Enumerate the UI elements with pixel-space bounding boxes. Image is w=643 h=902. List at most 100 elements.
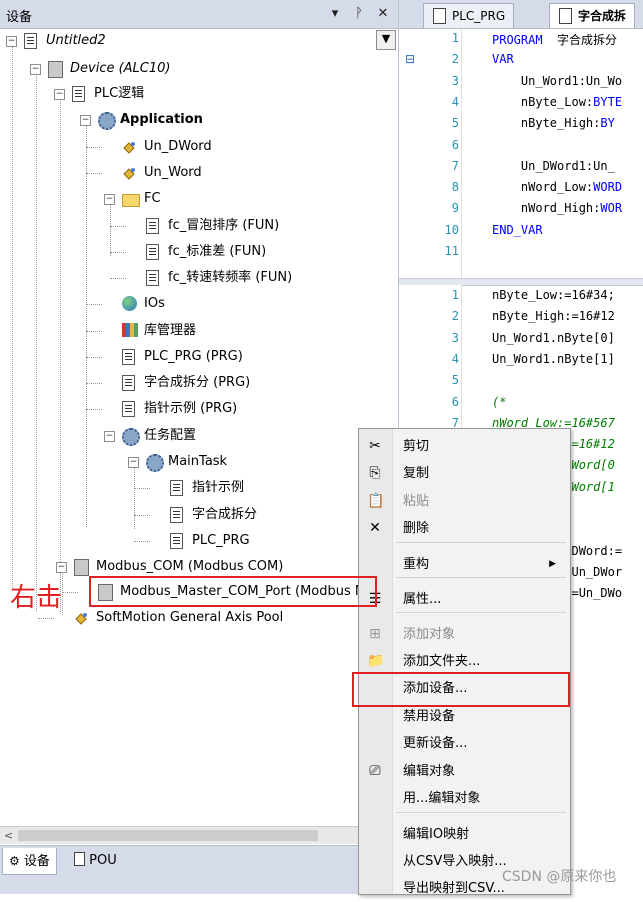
document-icon xyxy=(146,270,159,286)
menu-item-6[interactable]: ⊞ 添加对象 xyxy=(359,621,570,648)
menu-item-7[interactable]: 📁 添加文件夹... xyxy=(359,648,570,675)
tree-node-un-word[interactable]: Un_Word xyxy=(0,161,396,185)
tree-node-plc[interactable]: − PLC逻辑 xyxy=(0,82,396,106)
submenu-arrow-icon: ▶ xyxy=(549,559,556,569)
collapse-toggle-icon[interactable]: − xyxy=(30,64,41,75)
tree-node-maintask[interactable]: − MainTask xyxy=(0,450,396,474)
tree-node-ios[interactable]: IOs xyxy=(0,292,396,316)
tab-plc-prg-label: PLC_PRG xyxy=(452,9,506,23)
device-icon xyxy=(74,559,89,576)
tab-devices[interactable]: ⚙ 设备 xyxy=(2,848,57,875)
menu-item-label: 从CSV导入映射... xyxy=(403,854,507,869)
menu-item-3[interactable]: ✕ 删除 xyxy=(359,515,570,542)
code-line[interactable]: nByte_Low:=16#34; xyxy=(492,288,615,302)
variable-icon xyxy=(74,610,88,625)
keyword-token: VAR xyxy=(492,52,514,67)
line-number: 1 xyxy=(451,31,459,45)
document-icon xyxy=(24,33,37,49)
collapse-toggle-icon[interactable]: − xyxy=(6,36,17,47)
tab-devices-label: 设备 xyxy=(23,854,50,869)
menu-item-1[interactable]: ⎘ 复制 xyxy=(359,460,570,487)
line-number: 5 xyxy=(451,116,459,131)
menu-item-2[interactable]: 📋 粘贴 xyxy=(359,488,570,515)
devices-pane-titlebar: 设备 ▾ ᚹ ✕ xyxy=(0,0,398,29)
tab-pou[interactable]: POU xyxy=(68,848,123,874)
gear-icon xyxy=(98,112,116,130)
line-number: 1 xyxy=(451,288,459,302)
tree-node-application[interactable]: − Application xyxy=(0,108,396,132)
line-number: 2 xyxy=(451,309,459,324)
code-line[interactable]: nByte_High:BY xyxy=(492,116,615,130)
tree-node-node[interactable]: − 任务配置 xyxy=(0,424,396,448)
tree-node-un-dword[interactable]: Un_DWord xyxy=(0,135,396,159)
line-number: 9 xyxy=(451,201,459,216)
tree-node-label: 库管理器 xyxy=(144,323,197,338)
menu-item-5[interactable]: ☰ 属性... xyxy=(359,586,570,613)
code-line[interactable]: PROGRAM 字合成拆分 xyxy=(492,31,617,48)
tree-connector xyxy=(86,383,102,384)
code-line[interactable]: Un_Word1.nByte[0] xyxy=(492,331,615,345)
tree-node-fc-fun[interactable]: fc_标准差 (FUN) xyxy=(0,240,396,264)
code-line[interactable]: nWord_Low:WORD xyxy=(492,180,622,194)
code-line[interactable]: Un_DWord1:Un_ xyxy=(492,159,615,173)
scroll-left-icon[interactable]: < xyxy=(4,827,13,844)
code-line[interactable]: END_VAR xyxy=(492,223,543,237)
collapse-toggle-icon[interactable]: − xyxy=(104,431,115,442)
tree-node-plc-prg[interactable]: PLC_PRG xyxy=(0,529,396,553)
pin-icon[interactable]: ᚹ xyxy=(350,5,368,23)
tree-node-plc-prg-prg[interactable]: PLC_PRG (PRG) xyxy=(0,345,396,369)
tree-node-label: PLC逻辑 xyxy=(94,86,145,101)
tree-connector xyxy=(110,252,126,253)
tree-node-label: 字合成拆分 (PRG) xyxy=(144,375,251,390)
code-line[interactable]: nByte_Low:BYTE xyxy=(492,95,622,109)
tree-node-device-alc10[interactable]: − Device (ALC10) xyxy=(0,57,396,81)
menu-item-11[interactable]: ⎚ 编辑对象 xyxy=(359,758,570,785)
menu-item-13[interactable]: 编辑IO映射 xyxy=(359,821,570,848)
tree-node-fc-fun[interactable]: fc_转速转频率 (FUN) xyxy=(0,266,396,290)
code-line[interactable]: nByte_High:=16#12 xyxy=(492,309,615,323)
tree-connector xyxy=(86,357,102,358)
code-line[interactable]: nWord_High:WOR xyxy=(492,201,622,215)
device-icon xyxy=(48,61,63,78)
tree-node-node[interactable]: 库管理器 xyxy=(0,319,396,343)
code-line[interactable]: VAR xyxy=(492,52,514,66)
menu-item-label: 编辑对象 xyxy=(403,764,456,779)
collapse-toggle-icon[interactable]: − xyxy=(128,457,139,468)
horizontal-scrollbar[interactable]: < xyxy=(0,826,396,844)
line-number: 2 xyxy=(451,52,459,67)
tree-node-node[interactable]: 指针示例 xyxy=(0,476,396,500)
code-line[interactable]: Un_Word1:Un_Wo xyxy=(492,74,622,88)
code-token: Un_DWord1:Un_ xyxy=(492,158,615,173)
tree-node-untitled2[interactable]: − Untitled2 xyxy=(0,29,396,53)
tree-connector xyxy=(134,515,150,516)
tree-node-label: 任务配置 xyxy=(144,428,197,443)
tree-node-prg[interactable]: 指针示例 (PRG) xyxy=(0,397,396,421)
tree-node-fc-fun[interactable]: fc_冒泡排序 (FUN) xyxy=(0,214,396,238)
tab-word-split[interactable]: 字合成拆 xyxy=(549,3,636,28)
highlight-box-selected-node xyxy=(89,576,377,607)
pane-menu-icon[interactable]: ▾ xyxy=(326,5,344,23)
menu-item-label: 复制 xyxy=(403,466,430,481)
tab-plc-prg[interactable]: PLC_PRG xyxy=(423,3,515,28)
collapse-toggle-icon[interactable]: − xyxy=(54,89,65,100)
menu-item-label: 更新设备... xyxy=(403,736,468,751)
context-menu: ✂ 剪切 ⎘ 复制 📋 粘贴 ✕ 删除 重构 ▶ ☰ 属性... ⊞ 添加对象 📁 添加文件夹... 添加设备.… xyxy=(358,428,571,896)
close-icon[interactable]: ✕ xyxy=(374,5,392,23)
code-line[interactable]: (* xyxy=(492,395,506,409)
tree-node-label: SoftMotion General Axis Pool xyxy=(96,610,284,625)
tree-node-node[interactable]: 字合成拆分 xyxy=(0,503,396,527)
library-icon xyxy=(122,323,138,337)
tree-node-fc[interactable]: − FC xyxy=(0,187,396,211)
collapse-toggle-icon[interactable]: − xyxy=(80,115,91,126)
menu-item-0[interactable]: ✂ 剪切 xyxy=(359,433,570,460)
collapse-toggle-icon[interactable]: − xyxy=(104,194,115,205)
menu-item-10[interactable]: 更新设备... xyxy=(359,730,570,757)
scrollbar-thumb[interactable] xyxy=(18,830,318,841)
menu-item-9[interactable]: 禁用设备 xyxy=(359,703,570,730)
menu-item-12[interactable]: 用...编辑对象 xyxy=(359,785,570,812)
collapse-toggle-icon[interactable]: − xyxy=(56,562,67,573)
menu-item-4[interactable]: 重构 ▶ xyxy=(359,551,570,578)
document-icon xyxy=(170,507,183,523)
code-line[interactable]: Un_Word1.nByte[1] xyxy=(492,352,615,366)
tree-node-prg[interactable]: 字合成拆分 (PRG) xyxy=(0,371,396,395)
